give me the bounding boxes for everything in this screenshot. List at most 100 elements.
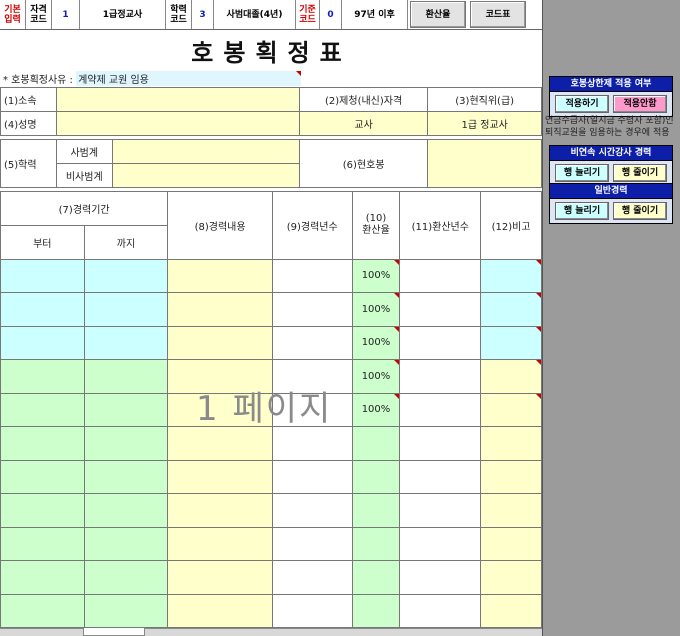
- rate-cell[interactable]: [351, 593, 401, 628]
- converted-cell[interactable]: [399, 258, 482, 293]
- years-cell[interactable]: [271, 593, 353, 628]
- from-cell[interactable]: [0, 593, 85, 628]
- lecturer-remove-row-button[interactable]: 행 줄이기: [613, 164, 667, 182]
- content-cell[interactable]: [167, 560, 273, 595]
- from-cell[interactable]: [0, 526, 85, 561]
- to-cell[interactable]: [83, 560, 169, 595]
- converted-cell[interactable]: [399, 426, 482, 461]
- reason-value[interactable]: 계약제 교원 임용: [76, 71, 302, 86]
- content-cell[interactable]: [167, 426, 273, 461]
- rate-cell[interactable]: 100%: [351, 325, 401, 360]
- from-cell[interactable]: [0, 392, 85, 427]
- rate-cell[interactable]: 100%: [351, 392, 401, 427]
- to-cell[interactable]: [83, 258, 169, 293]
- converted-cell[interactable]: [399, 560, 482, 595]
- converted-cell[interactable]: [399, 593, 482, 628]
- years-cell[interactable]: [271, 459, 353, 494]
- qualification-code[interactable]: 1: [52, 0, 80, 29]
- to-cell[interactable]: [83, 493, 169, 528]
- to-cell[interactable]: [83, 292, 169, 327]
- years-cell[interactable]: [271, 560, 353, 595]
- remarks-cell[interactable]: [480, 392, 542, 427]
- converted-cell[interactable]: [399, 359, 482, 394]
- to-cell[interactable]: [83, 593, 169, 628]
- remarks-cell[interactable]: [480, 526, 542, 561]
- content-cell[interactable]: [167, 359, 273, 394]
- converted-cell[interactable]: [399, 459, 482, 494]
- from-cell[interactable]: [0, 426, 85, 461]
- rate-cell[interactable]: [351, 426, 401, 461]
- general-remove-row-button[interactable]: 행 줄이기: [613, 202, 667, 220]
- to-cell[interactable]: [83, 459, 169, 494]
- to-cell[interactable]: [83, 392, 169, 427]
- to-cell[interactable]: [83, 526, 169, 561]
- from-cell[interactable]: [0, 459, 85, 494]
- career-row: 100%: [0, 325, 542, 360]
- rate-cell[interactable]: 100%: [351, 292, 401, 327]
- from-cell[interactable]: [0, 292, 85, 327]
- from-cell[interactable]: [0, 359, 85, 394]
- content-cell[interactable]: [167, 258, 273, 293]
- content-cell[interactable]: [167, 292, 273, 327]
- content-cell[interactable]: [167, 392, 273, 427]
- standard-code[interactable]: 0: [320, 0, 342, 29]
- to-cell[interactable]: [83, 426, 169, 461]
- non-teachers-college-label: 비사범계: [55, 163, 113, 188]
- lecturer-add-row-button[interactable]: 행 늘리기: [555, 164, 609, 182]
- converted-cell[interactable]: [399, 493, 482, 528]
- years-cell[interactable]: [271, 526, 353, 561]
- affiliation-field[interactable]: [55, 87, 300, 112]
- from-cell[interactable]: [0, 258, 85, 293]
- general-add-row-button[interactable]: 행 늘리기: [555, 202, 609, 220]
- limit-note-line2: 퇴직교원을 임용하는 경우에 적용: [545, 128, 670, 138]
- rate-cell[interactable]: [351, 526, 401, 561]
- from-cell[interactable]: [0, 493, 85, 528]
- years-cell[interactable]: [271, 426, 353, 461]
- remarks-cell[interactable]: [480, 258, 542, 293]
- remarks-cell[interactable]: [480, 325, 542, 360]
- current-step-field[interactable]: [427, 139, 542, 188]
- years-cell[interactable]: [271, 392, 353, 427]
- code-table-button[interactable]: 코드표: [470, 1, 526, 28]
- from-cell[interactable]: [0, 560, 85, 595]
- rate-cell[interactable]: [351, 560, 401, 595]
- content-cell[interactable]: [167, 325, 273, 360]
- not-apply-button[interactable]: 적용안함: [613, 95, 667, 113]
- content-cell[interactable]: [167, 593, 273, 628]
- content-cell[interactable]: [167, 459, 273, 494]
- from-cell[interactable]: [0, 325, 85, 360]
- years-cell[interactable]: [271, 359, 353, 394]
- years-cell[interactable]: [271, 325, 353, 360]
- qualification-value[interactable]: 교사: [298, 111, 429, 136]
- to-cell[interactable]: [83, 359, 169, 394]
- rate-cell[interactable]: 100%: [351, 359, 401, 394]
- conversion-rate-button[interactable]: 환산율: [410, 1, 466, 28]
- content-cell[interactable]: [167, 493, 273, 528]
- converted-cell[interactable]: [399, 392, 482, 427]
- position-value[interactable]: 1급 정교사: [427, 111, 542, 136]
- sheet-tab-active[interactable]: [83, 628, 145, 636]
- apply-button[interactable]: 적용하기: [555, 95, 609, 113]
- years-cell[interactable]: [271, 493, 353, 528]
- remarks-cell[interactable]: [480, 426, 542, 461]
- rate-cell[interactable]: 100%: [351, 258, 401, 293]
- rate-cell[interactable]: [351, 459, 401, 494]
- education-code[interactable]: 3: [192, 0, 214, 29]
- converted-cell[interactable]: [399, 526, 482, 561]
- years-cell[interactable]: [271, 292, 353, 327]
- converted-cell[interactable]: [399, 292, 482, 327]
- remarks-cell[interactable]: [480, 593, 542, 628]
- remarks-cell[interactable]: [480, 459, 542, 494]
- non-teachers-college-field[interactable]: [111, 163, 300, 188]
- to-cell[interactable]: [83, 325, 169, 360]
- rate-cell[interactable]: [351, 493, 401, 528]
- converted-cell[interactable]: [399, 325, 482, 360]
- content-cell[interactable]: [167, 526, 273, 561]
- remarks-cell[interactable]: [480, 292, 542, 327]
- years-cell[interactable]: [271, 258, 353, 293]
- remarks-cell[interactable]: [480, 560, 542, 595]
- remarks-cell[interactable]: [480, 493, 542, 528]
- remarks-cell[interactable]: [480, 359, 542, 394]
- name-field[interactable]: [55, 111, 300, 136]
- teachers-college-field[interactable]: [111, 139, 300, 164]
